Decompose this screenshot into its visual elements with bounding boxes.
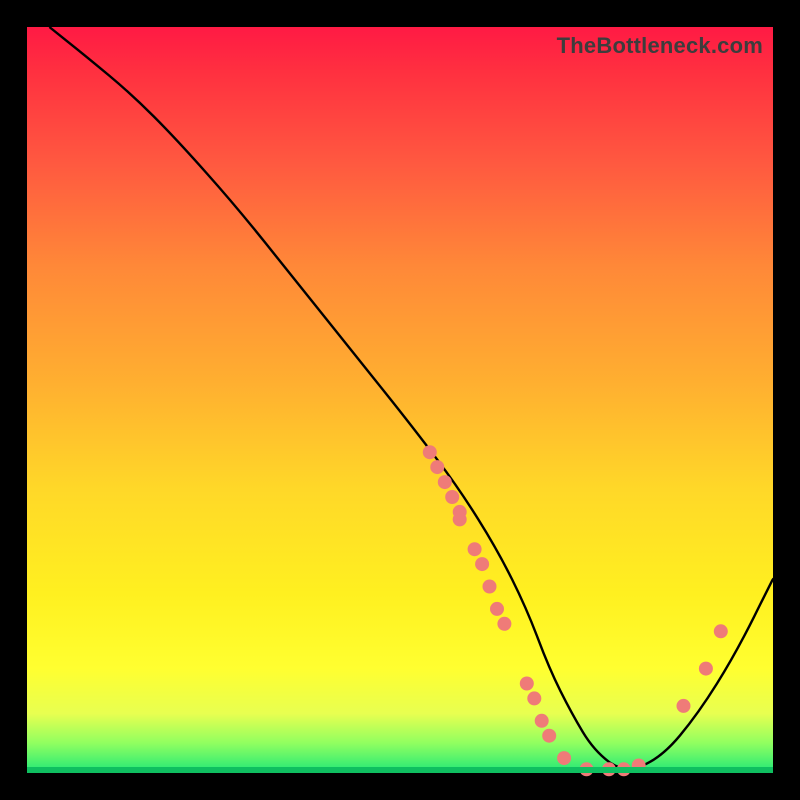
data-marker (520, 677, 534, 691)
data-marker (677, 699, 691, 713)
data-marker (535, 714, 549, 728)
watermark-text: TheBottleneck.com (557, 33, 763, 59)
bottleneck-curve (49, 27, 773, 769)
data-marker (438, 475, 452, 489)
plot-area: TheBottleneck.com (27, 27, 773, 773)
chart-svg (27, 27, 773, 773)
data-marker (453, 512, 467, 526)
data-marker (430, 460, 444, 474)
data-marker (445, 490, 459, 504)
data-marker (423, 445, 437, 459)
data-marker (468, 542, 482, 556)
data-marker (497, 617, 511, 631)
data-marker (699, 662, 713, 676)
data-marker (527, 691, 541, 705)
data-marker (483, 580, 497, 594)
data-marker (490, 602, 504, 616)
bottom-accent (27, 767, 773, 773)
data-marker (542, 729, 556, 743)
data-marker (714, 624, 728, 638)
data-marker (557, 751, 571, 765)
data-marker (475, 557, 489, 571)
marker-group (423, 445, 728, 776)
